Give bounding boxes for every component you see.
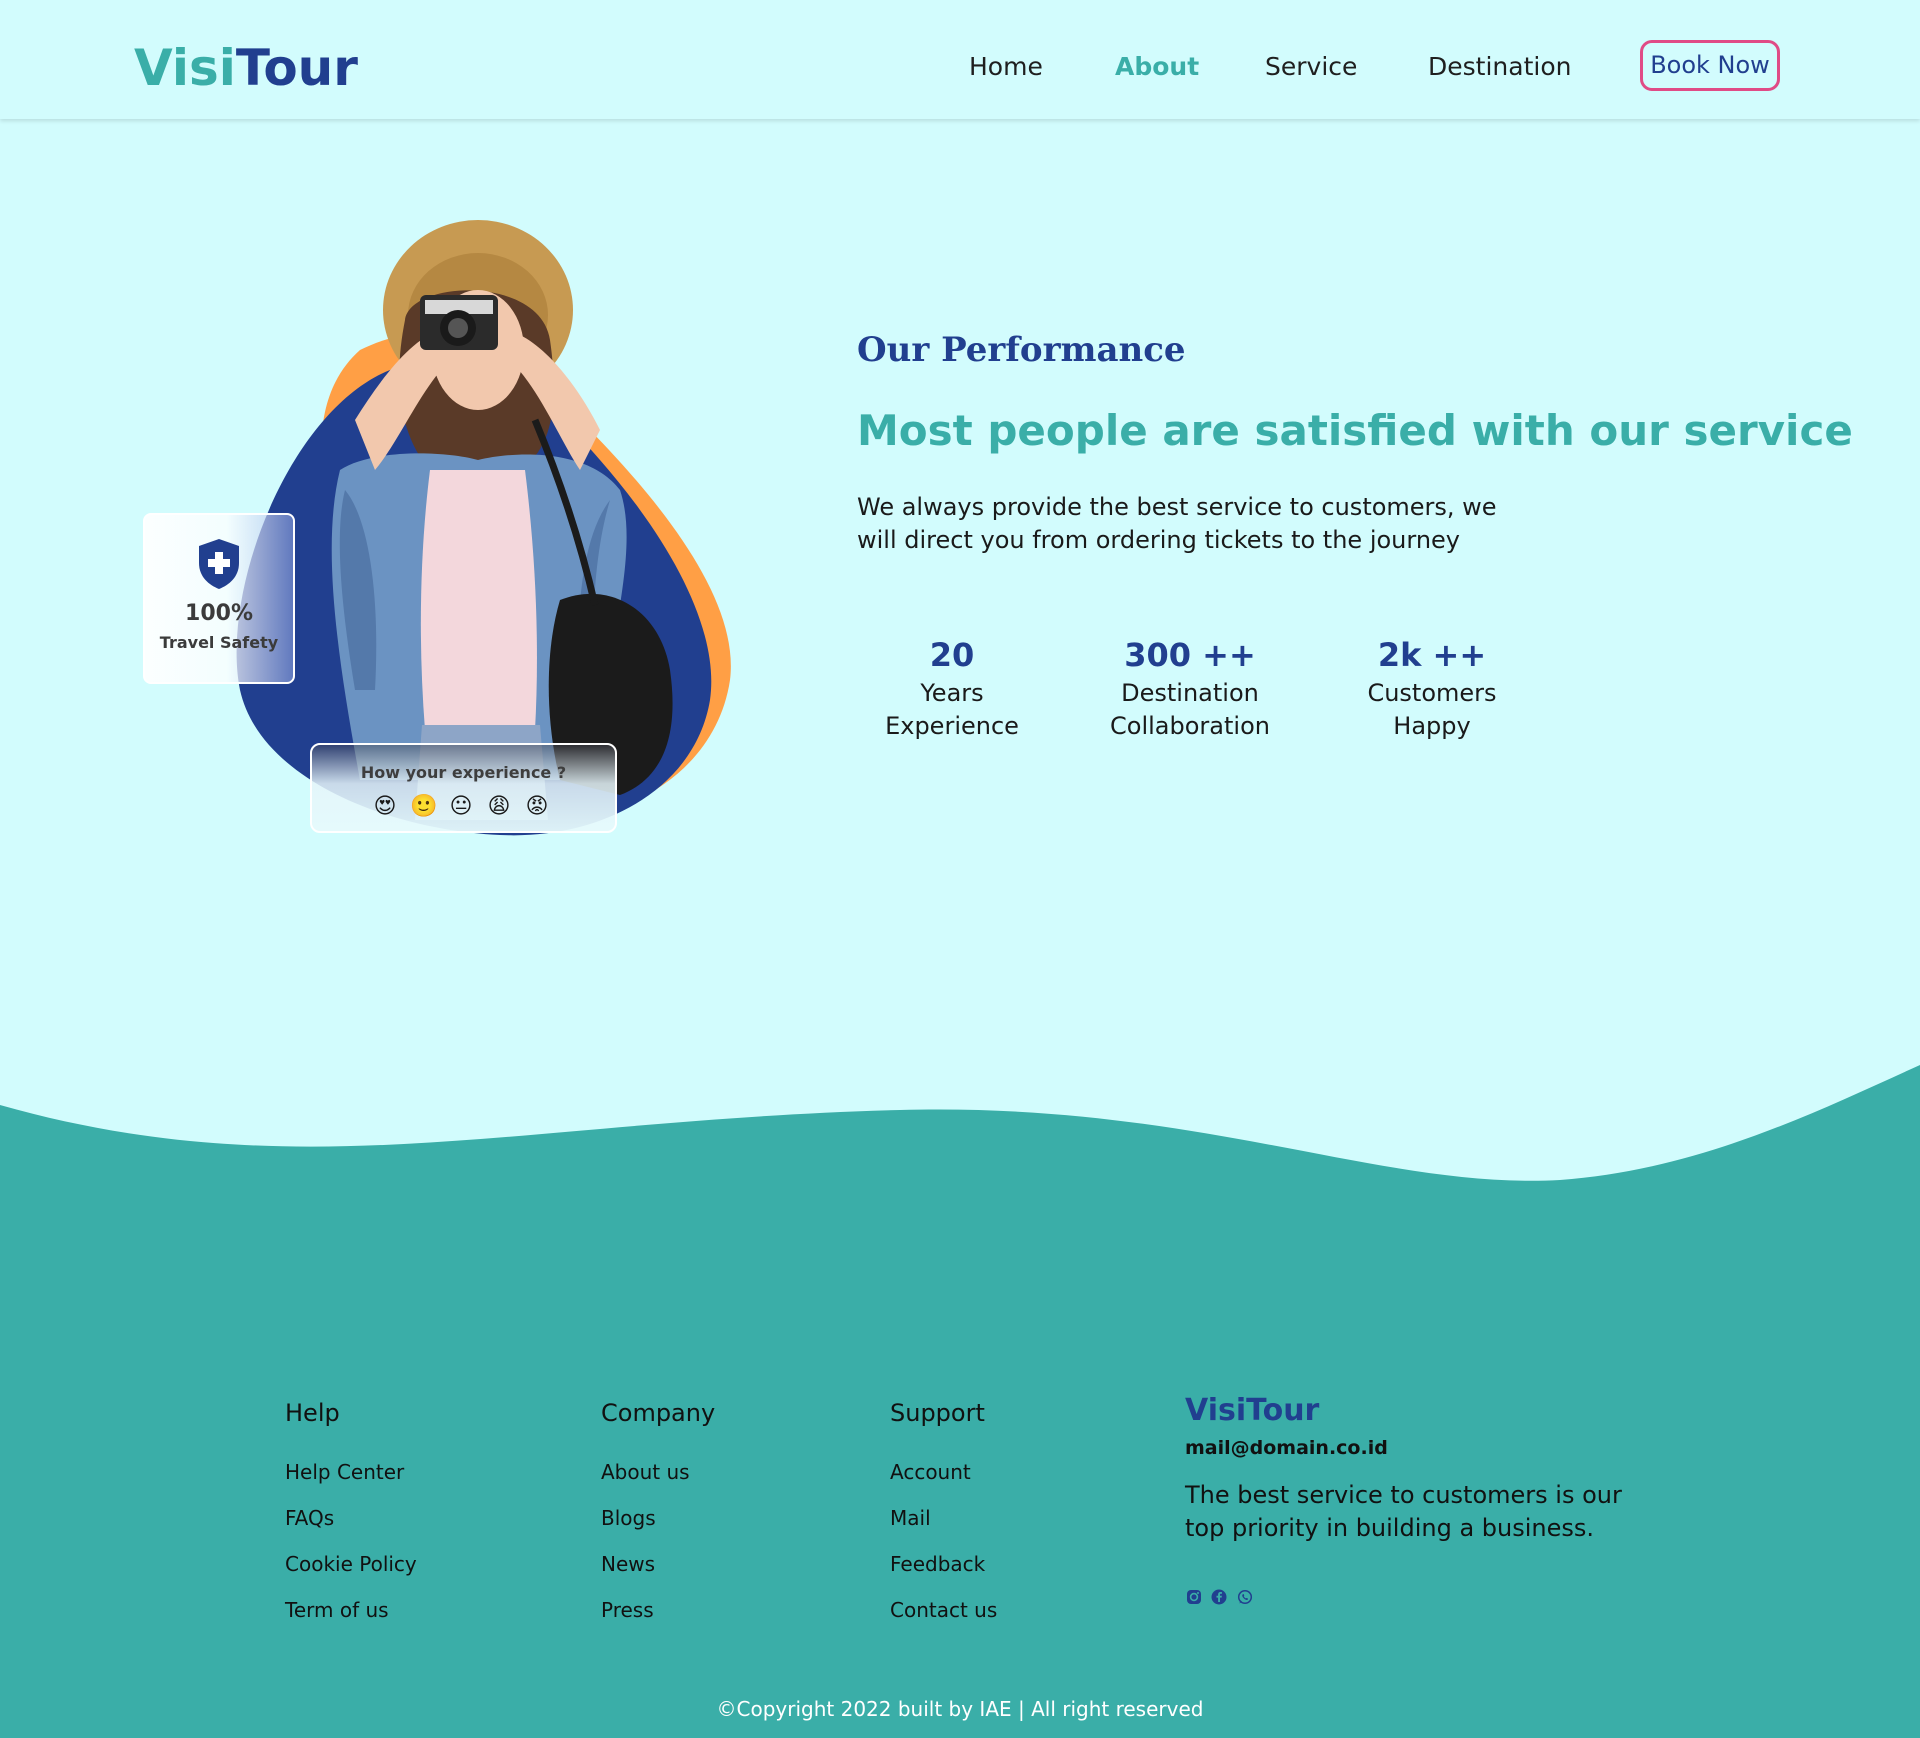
footer-company-title: Company xyxy=(601,1399,716,1427)
safety-percent: 100% xyxy=(185,601,253,626)
footer-link-term-of-us[interactable]: Term of us xyxy=(285,1596,389,1624)
stat-label-line2: Collaboration xyxy=(1110,712,1270,740)
section-label: Our Performance xyxy=(857,330,1186,370)
stat-destinations: 300 ++ Destination Collaboration xyxy=(1080,633,1300,743)
section-headline: Most people are satisfied with our servi… xyxy=(857,406,1853,455)
copyright-text: ©Copyright 2022 built by IAE | All right… xyxy=(716,1697,1204,1721)
nav-destination[interactable]: Destination xyxy=(1428,50,1571,84)
tank-top xyxy=(420,470,537,730)
whatsapp-icon[interactable] xyxy=(1237,1589,1253,1605)
shield-icon xyxy=(199,539,239,589)
weary-emoji-icon[interactable]: 😩 xyxy=(486,794,512,820)
footer-link-account[interactable]: Account xyxy=(890,1458,971,1486)
smile-emoji-icon[interactable]: 🙂 xyxy=(410,794,437,820)
nav-about[interactable]: About xyxy=(1115,50,1199,84)
footer-link-about-us[interactable]: About us xyxy=(601,1458,690,1486)
book-now-button[interactable]: Book Now xyxy=(1640,40,1780,91)
footer-link-press[interactable]: Press xyxy=(601,1596,654,1624)
footer-link-blogs[interactable]: Blogs xyxy=(601,1504,656,1532)
stat-label-line2: Happy xyxy=(1393,712,1471,740)
footer-description: The best service to customers is our top… xyxy=(1185,1481,1622,1542)
footer-link-cookie-policy[interactable]: Cookie Policy xyxy=(285,1550,417,1578)
footer-help-title: Help xyxy=(285,1399,340,1427)
love-emoji-icon[interactable]: 😍 xyxy=(372,794,398,820)
stat-number: 2k ++ xyxy=(1377,636,1487,674)
neutral-emoji-icon[interactable]: 😐 xyxy=(448,794,474,820)
safety-label: Travel Safety xyxy=(159,633,279,652)
stat-years: 20 Years Experience xyxy=(842,633,1062,743)
footer-support-title: Support xyxy=(890,1399,985,1427)
brand-logo[interactable]: VisiTour xyxy=(134,36,358,100)
experience-question: How your experience ? xyxy=(360,763,567,782)
navbar: VisiTour Home About Service Destination … xyxy=(0,0,1920,119)
nav-home[interactable]: Home xyxy=(969,50,1043,84)
footer-link-news[interactable]: News xyxy=(601,1550,655,1578)
brand-logo-part2: Tour xyxy=(235,39,358,97)
footer-link-help-center[interactable]: Help Center xyxy=(285,1458,404,1486)
stat-number: 300 ++ xyxy=(1124,636,1256,674)
nav-service[interactable]: Service xyxy=(1265,50,1357,84)
stat-label-line1: Years xyxy=(920,679,984,707)
footer-email[interactable]: mail@domain.co.id xyxy=(1185,1435,1388,1461)
brand-logo-part1: Visi xyxy=(134,39,236,97)
instagram-icon[interactable] xyxy=(1186,1589,1202,1605)
stat-label-line1: Destination xyxy=(1121,679,1259,707)
section-description: We always provide the best service to cu… xyxy=(857,493,1497,554)
travel-safety-card: 100% Travel Safety xyxy=(143,513,295,684)
stat-number: 20 xyxy=(929,636,975,674)
footer-link-faqs[interactable]: FAQs xyxy=(285,1504,334,1532)
facebook-icon[interactable] xyxy=(1211,1589,1227,1605)
footer-link-contact-us[interactable]: Contact us xyxy=(890,1596,997,1624)
footer-link-feedback[interactable]: Feedback xyxy=(890,1550,985,1578)
stat-label-line1: Customers xyxy=(1367,679,1497,707)
footer-link-mail[interactable]: Mail xyxy=(890,1504,931,1532)
angry-emoji-icon[interactable]: 😡 xyxy=(524,794,550,820)
stat-customers: 2k ++ Customers Happy xyxy=(1322,633,1542,743)
footer-brand: VisiTour xyxy=(1185,1393,1320,1428)
footer-wave-background xyxy=(0,1065,1920,1738)
stat-label-line2: Experience xyxy=(885,712,1019,740)
experience-rating-card: How your experience ? 😍 🙂 😐 😩 😡 xyxy=(310,743,617,833)
emoji-rating-row: 😍 🙂 😐 😩 😡 xyxy=(372,794,562,820)
